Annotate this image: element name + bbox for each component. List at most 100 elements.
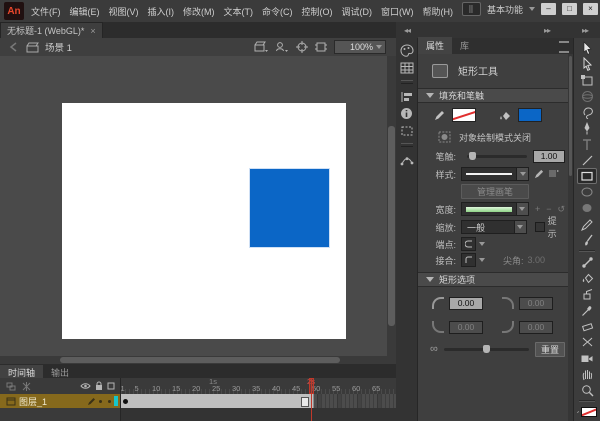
join-style-button[interactable]: [461, 253, 476, 267]
section-fill-stroke[interactable]: 填充和笔触: [418, 88, 573, 103]
join-dropdown-icon[interactable]: [479, 258, 485, 262]
scrollbar-thumb[interactable]: [60, 357, 340, 363]
info-panel-icon[interactable]: [398, 105, 416, 122]
menu-modify[interactable]: 修改(M): [182, 3, 216, 20]
reset-width-icon[interactable]: ↺: [557, 204, 565, 215]
selection-tool[interactable]: [577, 40, 597, 56]
polystar-tool[interactable]: [577, 200, 597, 216]
tab-properties[interactable]: 属性: [418, 37, 452, 54]
width-profile-dropdown[interactable]: [461, 202, 529, 216]
pencil-tool[interactable]: [577, 216, 597, 232]
scrollbar-thumb[interactable]: [569, 56, 572, 176]
playhead-line[interactable]: [311, 378, 312, 421]
frame-span[interactable]: [121, 394, 314, 408]
edit-scene-button[interactable]: [254, 41, 268, 53]
keyframe-dot[interactable]: [123, 399, 128, 404]
eraser-tool[interactable]: [577, 318, 597, 334]
bone-tool[interactable]: [577, 254, 597, 270]
cap-style-button[interactable]: [461, 237, 476, 251]
edit-stroke-style-icon[interactable]: [534, 169, 544, 179]
expand-panels-icon[interactable]: ◂◂: [404, 26, 410, 35]
tab-timeline[interactable]: 时间轴: [0, 365, 43, 378]
radius-top-right-input[interactable]: 0.00: [519, 297, 553, 310]
maximize-button[interactable]: □: [562, 3, 577, 15]
stage[interactable]: [62, 103, 346, 339]
lock-corners-icon[interactable]: ∞: [430, 343, 438, 355]
stroke-color-control[interactable]: [577, 404, 597, 420]
collapse-tools-icon[interactable]: ▸▸: [582, 26, 588, 35]
stroke-style-dropdown[interactable]: [461, 167, 529, 181]
scrollbar-thumb[interactable]: [388, 126, 395, 326]
brush-tool[interactable]: [577, 232, 597, 248]
object-drawing-label[interactable]: 对象绘制模式关闭: [459, 131, 531, 144]
stroke-color-swatch[interactable]: [452, 108, 476, 122]
clip-content-button[interactable]: [315, 41, 327, 53]
menu-text[interactable]: 文本(T): [223, 3, 255, 20]
brush-library-icon[interactable]: [548, 169, 559, 179]
slider-knob[interactable]: [469, 152, 476, 160]
collapse-properties-icon[interactable]: ▸▸: [544, 26, 550, 35]
slider-knob[interactable]: [483, 345, 490, 353]
stroke-size-value[interactable]: 1.00: [533, 150, 565, 163]
layer-outline-color[interactable]: [114, 396, 118, 406]
properties-scrollbar[interactable]: [568, 54, 573, 421]
align-panel-icon[interactable]: [398, 88, 416, 105]
object-drawing-icon[interactable]: [438, 131, 451, 143]
layer-lock-dot[interactable]: [108, 400, 111, 403]
cap-dropdown-icon[interactable]: [479, 242, 485, 246]
text-tool[interactable]: [577, 136, 597, 152]
remove-width-icon[interactable]: −: [546, 204, 551, 214]
manage-brushes-button[interactable]: 管理画笔: [461, 184, 529, 199]
scene-breadcrumb[interactable]: 场景 1: [45, 40, 72, 54]
canvas-horizontal-scrollbar[interactable]: [0, 356, 396, 364]
camera-tool[interactable]: [577, 350, 597, 366]
scale-dropdown[interactable]: 一般: [461, 220, 527, 234]
motion-presets-panel-icon[interactable]: [398, 151, 416, 168]
lock-layers-icon[interactable]: [95, 381, 103, 391]
radius-top-left-input[interactable]: 0.00: [449, 297, 483, 310]
section-rect-options[interactable]: 矩形选项: [418, 272, 573, 287]
reset-button[interactable]: 重置: [535, 342, 565, 357]
fill-color-swatch[interactable]: [518, 108, 542, 122]
subselection-tool[interactable]: [577, 56, 597, 72]
stroke-size-slider[interactable]: [467, 155, 527, 158]
menu-edit[interactable]: 编辑(E): [69, 3, 101, 20]
rectangle-tool[interactable]: [577, 168, 597, 184]
back-arrow-icon[interactable]: [8, 42, 20, 52]
layer-row[interactable]: 图层_1: [0, 394, 121, 408]
close-button[interactable]: ×: [583, 3, 598, 15]
layer-visible-dot[interactable]: [99, 400, 102, 403]
menu-file[interactable]: 文件(F): [30, 3, 62, 20]
transform-panel-icon[interactable]: [398, 122, 416, 139]
canvas-vertical-scrollbar[interactable]: [387, 56, 396, 356]
ink-bottle-tool[interactable]: [577, 286, 597, 302]
tab-close-icon[interactable]: ×: [90, 26, 95, 36]
layer-parent-view-icon[interactable]: [6, 382, 16, 391]
blue-rectangle-shape[interactable]: [249, 168, 330, 248]
radius-bottom-right-input[interactable]: 0.00: [519, 321, 553, 334]
document-tab[interactable]: 无标题-1 (WebGL)* ×: [0, 22, 103, 38]
radius-slider[interactable]: [444, 348, 529, 351]
hints-checkbox[interactable]: [535, 222, 545, 232]
menu-window[interactable]: 窗口(W): [380, 3, 415, 20]
menu-debug[interactable]: 调试(D): [341, 3, 374, 20]
menu-commands[interactable]: 命令(C): [261, 3, 294, 20]
layer-name[interactable]: 图层_1: [19, 395, 87, 408]
hand-tool[interactable]: [577, 366, 597, 382]
oval-tool[interactable]: [577, 184, 597, 200]
show-hide-layers-icon[interactable]: [80, 382, 91, 390]
menu-help[interactable]: 帮助(H): [422, 3, 455, 20]
pen-tool[interactable]: [577, 120, 597, 136]
app-logo-icon[interactable]: An: [4, 2, 24, 20]
menu-view[interactable]: 视图(V): [108, 3, 140, 20]
frames-area[interactable]: [121, 394, 396, 408]
onion-skin-icon[interactable]: [22, 382, 31, 391]
lasso-tool[interactable]: [577, 104, 597, 120]
zoom-select[interactable]: 100%: [334, 40, 386, 54]
free-transform-tool[interactable]: [577, 72, 597, 88]
3d-rotation-tool[interactable]: [577, 88, 597, 104]
workspace-icon[interactable]: ⣿: [462, 2, 481, 16]
outline-layers-icon[interactable]: [107, 382, 115, 390]
color-panel-icon[interactable]: [398, 42, 416, 59]
zoom-tool[interactable]: [577, 382, 597, 398]
